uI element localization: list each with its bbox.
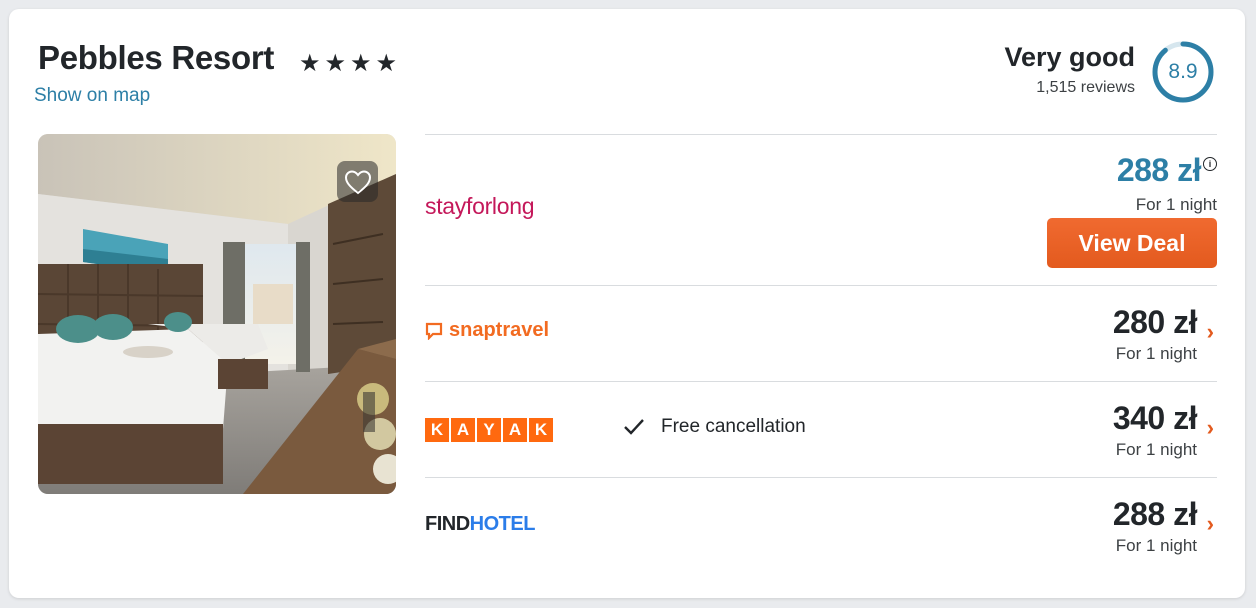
favorite-button[interactable] xyxy=(337,161,378,202)
rating-label: Very good xyxy=(1004,42,1135,72)
chevron-right-icon[interactable]: › xyxy=(1207,511,1214,537)
review-count[interactable]: 1,515 reviews xyxy=(1004,79,1135,97)
snaptravel-logo: snaptravel xyxy=(425,319,549,342)
price: 288 zł xyxy=(1116,152,1202,188)
price: 340 zł xyxy=(1112,400,1198,436)
hotel-name[interactable]: Pebbles Resort xyxy=(38,39,274,77)
show-on-map-link[interactable]: Show on map xyxy=(34,85,150,107)
provider-name-part: FIND xyxy=(425,513,470,535)
free-cancellation: Free cancellation xyxy=(623,416,806,438)
rating-summary: Very good 1,515 reviews xyxy=(1004,42,1135,97)
price-block: 288 zł xyxy=(1116,152,1202,189)
kayak-letter-tile: Y xyxy=(477,418,501,442)
price: 280 zł xyxy=(1112,304,1198,340)
offer-row[interactable]: snaptravel 280 zł For 1 night › xyxy=(425,285,1217,381)
info-icon[interactable]: i xyxy=(1203,157,1217,171)
provider-name: snaptravel xyxy=(449,319,550,341)
per-night-label: For 1 night xyxy=(1115,440,1197,459)
per-night-label: For 1 night xyxy=(1135,195,1217,214)
findhotel-logo: FINDHOTEL xyxy=(425,513,535,536)
chevron-right-icon[interactable]: › xyxy=(1207,415,1214,441)
hotel-photo[interactable] xyxy=(38,134,396,494)
stayforlong-logo: stayforlong xyxy=(425,193,535,220)
price: 288 zł xyxy=(1112,496,1198,532)
score-value: 8.9 xyxy=(1168,60,1198,83)
provider-name-part: HOTEL xyxy=(469,513,536,535)
heart-icon xyxy=(344,169,371,194)
offer-row[interactable]: FINDHOTEL 288 zł For 1 night › xyxy=(425,477,1217,573)
hotel-card: Pebbles Resort ★★★★ Show on map Very goo… xyxy=(9,9,1245,598)
offer-row[interactable]: stayforlong 288 zł i For 1 night View De… xyxy=(425,134,1217,285)
kayak-letter-tile: A xyxy=(451,418,475,442)
offer-row[interactable]: KAYAK Free cancellation 340 zł For 1 nig… xyxy=(425,381,1217,477)
provider-name: stayforlong xyxy=(425,193,535,219)
star-rating: ★★★★ xyxy=(299,50,402,77)
kayak-letters: KAYAK xyxy=(425,418,553,442)
chevron-right-icon[interactable]: › xyxy=(1207,319,1214,345)
price-block: 288 zł For 1 night xyxy=(1112,496,1198,556)
checkmark-icon xyxy=(624,419,644,435)
kayak-letter-tile: K xyxy=(425,418,449,442)
per-night-label: For 1 night xyxy=(1115,344,1197,363)
kayak-letter-tile: K xyxy=(529,418,553,442)
provider-name: FINDHOTEL xyxy=(425,513,535,535)
free-cancellation-label: Free cancellation xyxy=(661,416,806,437)
score-badge: 8.9 xyxy=(1151,40,1215,104)
offers-list: stayforlong 288 zł i For 1 night View De… xyxy=(425,134,1217,573)
kayak-letter-tile: A xyxy=(503,418,527,442)
view-deal-button[interactable]: View Deal xyxy=(1047,218,1217,268)
price-block: 340 zł For 1 night xyxy=(1112,400,1198,460)
kayak-logo: KAYAK xyxy=(425,418,553,442)
per-night-label: For 1 night xyxy=(1115,536,1197,555)
speech-bubble-icon xyxy=(425,322,443,340)
price-block: 280 zł For 1 night xyxy=(1112,304,1198,364)
